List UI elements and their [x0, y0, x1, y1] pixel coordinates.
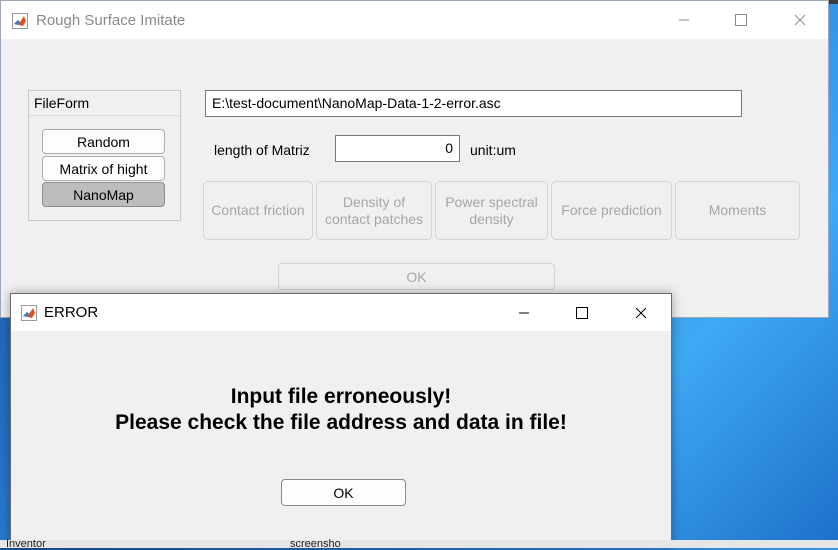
- fileform-panel: FileForm Random Matrix of hight NanoMap: [28, 90, 181, 221]
- error-minimize-button[interactable]: [501, 294, 547, 331]
- error-message-line2: Please check the file address and data i…: [115, 411, 567, 434]
- maximize-button[interactable]: [718, 1, 764, 39]
- force-prediction-button[interactable]: Force prediction: [551, 181, 672, 240]
- error-titlebar[interactable]: ERROR: [11, 294, 671, 331]
- error-close-button[interactable]: [618, 294, 664, 331]
- power-spectral-density-button[interactable]: Power spectral density: [435, 181, 548, 240]
- moments-button[interactable]: Moments: [675, 181, 800, 240]
- density-label-line1: Density of: [342, 193, 406, 210]
- contact-friction-button[interactable]: Contact friction: [203, 181, 313, 240]
- error-message: Input file erroneously! Please check the…: [11, 384, 671, 436]
- random-toggle[interactable]: Random: [42, 129, 165, 154]
- minimize-icon: [679, 19, 689, 21]
- density-contact-patches-button[interactable]: Density of contact patches: [316, 181, 432, 240]
- close-icon: [794, 14, 806, 26]
- error-maximize-button[interactable]: [559, 294, 605, 331]
- file-path-input[interactable]: E:\test-document\NanoMap-Data-1-2-error.…: [205, 90, 742, 117]
- taskbar-item-screenshot[interactable]: screensho: [290, 538, 341, 550]
- force-prediction-label: Force prediction: [561, 202, 662, 218]
- main-window: Rough Surface Imitate FileForm Random Ma…: [0, 0, 829, 318]
- minimize-icon: [519, 312, 529, 313]
- matlab-icon: [21, 305, 37, 321]
- matrix-of-hight-toggle[interactable]: Matrix of hight: [42, 156, 165, 181]
- window-title: Rough Surface Imitate: [36, 12, 186, 29]
- matlab-icon: [12, 13, 28, 29]
- length-label: length of Matriz: [214, 142, 310, 158]
- unit-label: unit:um: [470, 142, 516, 158]
- power-label-line2: density: [469, 210, 514, 227]
- error-ok-button[interactable]: OK: [281, 479, 406, 506]
- close-icon: [635, 307, 647, 318]
- minimize-button[interactable]: [661, 1, 707, 39]
- main-ok-button[interactable]: OK: [278, 263, 555, 290]
- error-title: ERROR: [44, 304, 99, 321]
- divider: [29, 115, 180, 116]
- nanomap-toggle[interactable]: NanoMap: [42, 182, 165, 207]
- taskbar-strip: [0, 540, 838, 548]
- main-titlebar[interactable]: Rough Surface Imitate: [1, 1, 828, 39]
- error-message-line1: Input file erroneously!: [230, 385, 452, 408]
- power-label-line1: Power spectral: [445, 193, 538, 210]
- error-dialog: ERROR Input file erroneously! Please che…: [10, 293, 672, 547]
- density-label-line2: contact patches: [324, 210, 424, 227]
- moments-label: Moments: [708, 202, 767, 218]
- maximize-icon: [576, 306, 588, 319]
- close-button[interactable]: [777, 1, 823, 39]
- length-input[interactable]: 0: [335, 135, 460, 162]
- contact-friction-label: Contact friction: [211, 202, 305, 218]
- taskbar-item-inventor[interactable]: Inventor: [6, 538, 46, 550]
- maximize-icon: [735, 14, 747, 26]
- fileform-title: FileForm: [34, 95, 90, 111]
